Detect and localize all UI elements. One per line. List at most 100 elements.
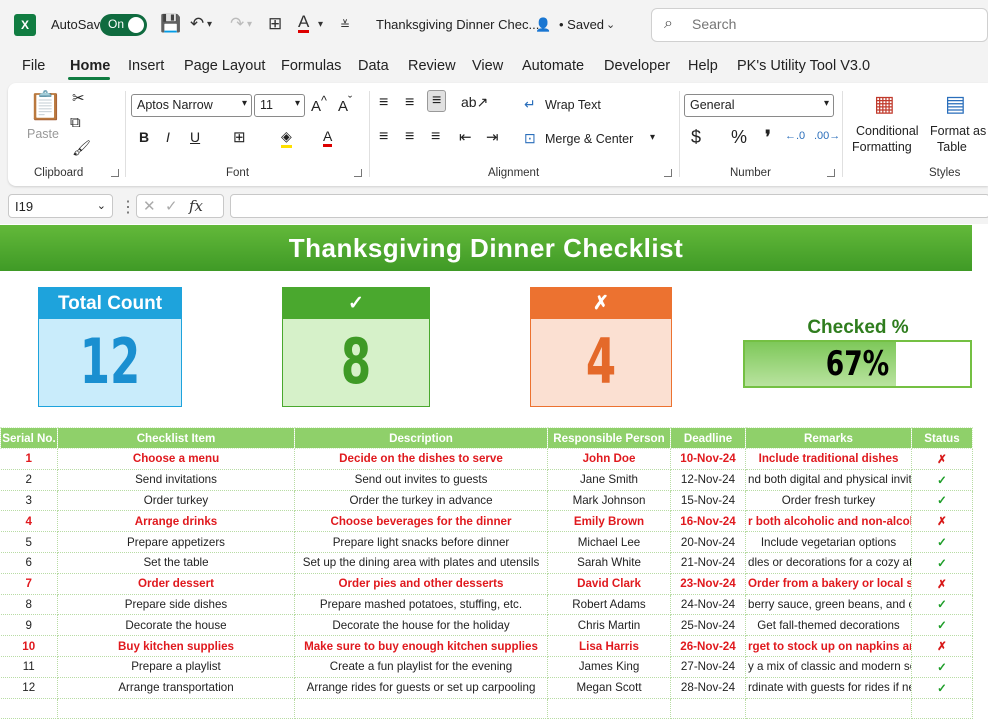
align-right-icon[interactable]: ≡ xyxy=(431,128,440,146)
cell-description[interactable]: Prepare mashed potatoes, stuffing, etc. xyxy=(294,594,548,616)
cell-serial[interactable]: 5 xyxy=(0,531,58,553)
menu-automate[interactable]: Automate xyxy=(522,58,584,74)
cell-status[interactable]: ✗ xyxy=(911,448,973,470)
cell-item[interactable]: Choose a menu xyxy=(57,448,295,470)
menu-developer[interactable]: Developer xyxy=(604,58,670,74)
align-center-icon[interactable]: ≡ xyxy=(405,128,414,146)
number-format-select[interactable]: General ▾ xyxy=(684,94,834,117)
wrap-text-icon[interactable]: ↵ xyxy=(524,96,536,113)
redo-dropdown-icon[interactable]: ▾ xyxy=(247,19,252,30)
merge-center-button[interactable]: Merge & Center xyxy=(545,132,633,146)
increase-decimal-icon[interactable]: ←.0 xyxy=(785,130,805,142)
formula-input[interactable] xyxy=(230,194,988,218)
borders-button-icon[interactable]: ⊞ xyxy=(233,128,246,146)
fill-color-icon[interactable]: ◈ xyxy=(281,128,292,148)
empty-cell[interactable] xyxy=(911,698,973,720)
cell-remarks[interactable]: y a mix of classic and modern so xyxy=(745,656,912,678)
cell-person[interactable]: Jane Smith xyxy=(547,469,671,491)
insert-function-icon[interactable]: fx xyxy=(189,197,203,215)
cancel-icon[interactable]: ✕ xyxy=(143,197,156,215)
cell-status[interactable]: ✗ xyxy=(911,573,973,595)
cell-deadline[interactable]: 23-Nov-24 xyxy=(670,573,746,595)
cell-item[interactable]: Prepare a playlist xyxy=(57,656,295,678)
bold-button[interactable]: B xyxy=(139,129,149,145)
increase-font-icon[interactable]: A^ xyxy=(311,94,327,115)
font-size-select[interactable]: 11 ▾ xyxy=(254,94,305,117)
alignment-launcher-icon[interactable] xyxy=(664,169,672,177)
cell-serial[interactable]: 3 xyxy=(0,490,58,512)
cell-remarks[interactable]: Order fresh turkey xyxy=(745,490,912,512)
cell-item[interactable]: Order turkey xyxy=(57,490,295,512)
cell-serial[interactable]: 12 xyxy=(0,677,58,699)
cell-description[interactable]: Order pies and other desserts xyxy=(294,573,548,595)
cell-description[interactable]: Choose beverages for the dinner xyxy=(294,510,548,533)
cell-description[interactable]: Set up the dining area with plates and u… xyxy=(294,552,548,574)
italic-button[interactable]: I xyxy=(166,129,170,145)
cell-remarks[interactable]: rget to stock up on napkins and xyxy=(745,635,912,657)
cell-deadline[interactable]: 24-Nov-24 xyxy=(670,594,746,616)
decrease-font-icon[interactable]: Aˇ xyxy=(338,94,352,115)
enter-icon[interactable]: ✓ xyxy=(165,197,178,215)
customize-toolbar-icon[interactable]: ≚ xyxy=(340,18,350,32)
font-name-select[interactable]: Aptos Narrow ▾ xyxy=(131,94,252,117)
worksheet[interactable]: Thanksgiving Dinner Checklist Total Coun… xyxy=(0,224,988,720)
header-item[interactable]: Checklist Item xyxy=(57,427,295,449)
cell-person[interactable]: James King xyxy=(547,656,671,678)
orientation-icon[interactable]: ab↗ xyxy=(461,94,488,111)
menu-data[interactable]: Data xyxy=(358,58,389,74)
cell-remarks[interactable]: rdinate with guests for rides if nee xyxy=(745,677,912,699)
cell-status[interactable]: ✓ xyxy=(911,614,973,637)
cell-description[interactable]: Create a fun playlist for the evening xyxy=(294,656,548,678)
cell-serial[interactable]: 7 xyxy=(0,573,58,595)
font-color-icon[interactable]: A xyxy=(298,13,310,33)
copy-icon[interactable]: ⧉ xyxy=(70,114,81,131)
menu-review[interactable]: Review xyxy=(408,58,456,74)
cell-person[interactable]: Michael Lee xyxy=(547,531,671,553)
undo-dropdown-icon[interactable]: ▾ xyxy=(207,19,212,30)
cell-description[interactable]: Order the turkey in advance xyxy=(294,490,548,512)
cell-status[interactable]: ✓ xyxy=(911,656,973,678)
format-as-table-button-line2[interactable]: Table xyxy=(937,140,967,154)
header-status[interactable]: Status xyxy=(911,427,973,449)
align-top-icon[interactable]: ≡ xyxy=(379,94,388,112)
cell-person[interactable]: Megan Scott xyxy=(547,677,671,699)
empty-cell[interactable] xyxy=(745,698,912,720)
cell-person[interactable]: Chris Martin xyxy=(547,614,671,637)
underline-button[interactable]: U xyxy=(190,129,200,145)
header-serial[interactable]: Serial No. xyxy=(0,427,58,449)
cell-status[interactable]: ✗ xyxy=(911,510,973,533)
cell-deadline[interactable]: 16-Nov-24 xyxy=(670,510,746,533)
menu-help[interactable]: Help xyxy=(688,58,718,74)
menu-file[interactable]: File xyxy=(22,58,45,74)
cell-deadline[interactable]: 21-Nov-24 xyxy=(670,552,746,574)
align-middle-icon[interactable]: ≡ xyxy=(405,94,414,112)
cell-status[interactable]: ✓ xyxy=(911,552,973,574)
decrease-indent-icon[interactable]: ⇤ xyxy=(459,128,472,146)
empty-cell[interactable] xyxy=(547,698,671,720)
cell-item[interactable]: Decorate the house xyxy=(57,614,295,637)
cell-status[interactable]: ✓ xyxy=(911,490,973,512)
save-icon[interactable]: 💾 xyxy=(160,14,181,34)
header-person[interactable]: Responsible Person xyxy=(547,427,671,449)
cell-person[interactable]: David Clark xyxy=(547,573,671,595)
cell-remarks[interactable]: berry sauce, green beans, and ot xyxy=(745,594,912,616)
percent-icon[interactable]: % xyxy=(731,127,747,148)
cell-description[interactable]: Decide on the dishes to serve xyxy=(294,448,548,470)
borders-icon[interactable]: ⊞ xyxy=(268,14,282,34)
cell-serial[interactable]: 9 xyxy=(0,614,58,637)
cell-item[interactable]: Set the table xyxy=(57,552,295,574)
cell-description[interactable]: Send out invites to guests xyxy=(294,469,548,491)
cell-status[interactable]: ✓ xyxy=(911,594,973,616)
search-input[interactable] xyxy=(692,16,942,32)
cell-deadline[interactable]: 26-Nov-24 xyxy=(670,635,746,657)
menu-insert[interactable]: Insert xyxy=(128,58,164,74)
cell-remarks[interactable]: Include traditional dishes xyxy=(745,448,912,470)
align-left-icon[interactable]: ≡ xyxy=(379,128,388,146)
menu-view[interactable]: View xyxy=(472,58,503,74)
cell-item[interactable]: Buy kitchen supplies xyxy=(57,635,295,657)
cell-serial[interactable]: 10 xyxy=(0,635,58,657)
empty-cell[interactable] xyxy=(0,698,58,720)
cell-person[interactable]: Mark Johnson xyxy=(547,490,671,512)
more-options-icon[interactable]: ⋮ xyxy=(120,197,136,217)
search-box[interactable]: ⌕ xyxy=(651,8,988,42)
